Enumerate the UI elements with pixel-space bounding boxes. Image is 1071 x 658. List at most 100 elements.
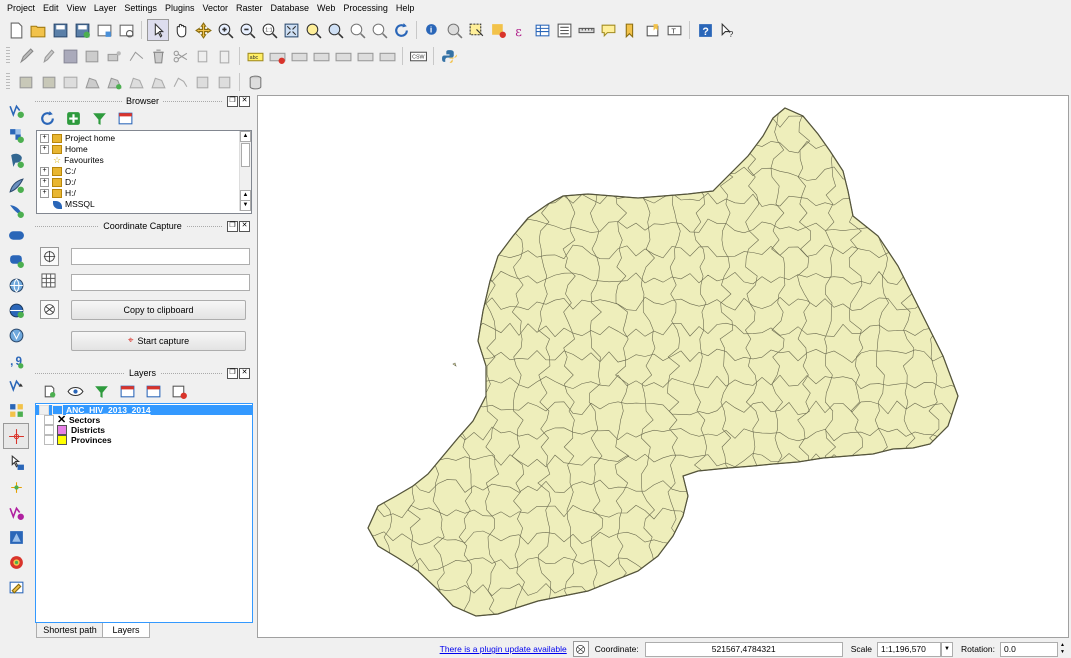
expand-all-icon[interactable] (117, 381, 137, 401)
browser-item-project-home[interactable]: + Project home (37, 133, 251, 144)
fill-ring-icon[interactable] (126, 72, 146, 92)
add-sql-anywhere-icon[interactable] (4, 248, 28, 272)
edit-pencil-icon[interactable] (38, 46, 58, 66)
menu-edit[interactable]: Edit (39, 0, 63, 17)
show-bookmarks-icon[interactable] (642, 20, 662, 40)
add-gpx-icon[interactable] (4, 500, 28, 524)
menu-layer[interactable]: Layer (90, 0, 121, 17)
menu-database[interactable]: Database (267, 0, 314, 17)
menu-web[interactable]: Web (313, 0, 339, 17)
add-virtual-layer-icon[interactable] (4, 398, 28, 422)
statistical-summary-icon[interactable] (554, 20, 574, 40)
delete-selected-icon[interactable] (148, 46, 168, 66)
toggle-editing-icon[interactable] (16, 46, 36, 66)
coordinate-field-1[interactable] (71, 248, 250, 265)
browser-item-favourites[interactable]: ☆ Favourites (37, 155, 251, 166)
add-part-icon[interactable] (104, 72, 124, 92)
layer-group-row[interactable]: ANC_HIV_2013_2014 (36, 405, 252, 415)
move-feature-icon[interactable] (104, 46, 124, 66)
menu-settings[interactable]: Settings (120, 0, 161, 17)
float-panel-icon[interactable]: ❐ (227, 368, 238, 379)
menu-processing[interactable]: Processing (339, 0, 392, 17)
layer-row-provinces[interactable]: Provinces (36, 435, 252, 445)
composer-manager-icon[interactable] (116, 20, 136, 40)
add-vector-layer-icon[interactable] (4, 98, 28, 122)
menu-vector[interactable]: Vector (198, 0, 232, 17)
zoom-layer-icon[interactable] (325, 20, 345, 40)
heatmap-icon[interactable] (4, 550, 28, 574)
layer-checkbox-sectors[interactable] (44, 415, 54, 425)
scale-combo[interactable]: 1:1,196,570 (876, 641, 941, 657)
scale-dropdown-icon[interactable]: ▼ (940, 641, 953, 657)
add-mssql-layer-icon[interactable] (4, 198, 28, 222)
delete-ring-icon[interactable] (148, 72, 168, 92)
new-print-composer-icon[interactable] (94, 20, 114, 40)
browser-item-c-drive[interactable]: + C:/ (37, 166, 251, 177)
add-ring-icon[interactable] (82, 72, 102, 92)
float-panel-icon[interactable]: ❐ (227, 221, 238, 232)
menu-plugins[interactable]: Plugins (161, 0, 199, 17)
close-panel-icon[interactable]: ✕ (239, 221, 250, 232)
node-tool-icon[interactable] (126, 46, 146, 66)
collapse-all-layers-icon[interactable] (143, 381, 163, 401)
layer-checkbox-provinces[interactable] (44, 435, 54, 445)
undo-icon[interactable] (16, 72, 36, 92)
label-highlight-icon[interactable] (267, 46, 287, 66)
csw-icon[interactable]: CSW (408, 46, 428, 66)
add-wcs-layer-icon[interactable] (4, 298, 28, 322)
float-panel-icon[interactable]: ❐ (227, 96, 238, 107)
projection-icon[interactable] (40, 300, 59, 319)
paste-features-icon[interactable] (214, 46, 234, 66)
edit-tool-icon[interactable] (4, 575, 28, 599)
rotation-spinbox[interactable]: 0.0 (1000, 641, 1058, 657)
add-wms-layer-icon[interactable] (4, 273, 28, 297)
select-features-icon[interactable] (466, 20, 486, 40)
help-icon[interactable]: ? (695, 20, 715, 40)
layer-row-districts[interactable]: Districts (36, 425, 252, 435)
filter-legend-icon[interactable] (91, 381, 111, 401)
simplify-icon[interactable] (60, 72, 80, 92)
save-as-icon[interactable] (72, 20, 92, 40)
copy-features-icon[interactable] (192, 46, 212, 66)
map-canvas[interactable] (257, 95, 1069, 638)
attribute-table-icon[interactable] (532, 20, 552, 40)
coordinate-value-field[interactable]: 521567,4784321 (644, 641, 843, 657)
close-panel-icon[interactable]: ✕ (239, 368, 250, 379)
pan-select-icon[interactable] (147, 19, 169, 41)
coordinate-field-2[interactable] (71, 274, 250, 291)
open-project-icon[interactable] (28, 20, 48, 40)
zoom-next-icon[interactable] (369, 20, 389, 40)
plugin-update-link[interactable]: There is a plugin update available (440, 644, 567, 654)
new-shapefile-icon[interactable] (4, 373, 28, 397)
reshape-icon[interactable] (170, 72, 190, 92)
change-label-icon[interactable] (377, 46, 397, 66)
zoom-out-icon[interactable] (237, 20, 257, 40)
browser-item-h-drive[interactable]: + H:/ (37, 188, 251, 199)
add-postgis-layer-icon[interactable] (4, 148, 28, 172)
pan-to-selection-icon[interactable] (193, 20, 213, 40)
rotation-stepper-icon[interactable]: ▲ ▼ (1058, 642, 1067, 657)
split-features-icon[interactable] (214, 72, 234, 92)
layer-row-sectors[interactable]: ✕ Sectors (36, 415, 252, 426)
python-console-icon[interactable] (439, 46, 459, 66)
georeferencer-icon[interactable] (4, 525, 28, 549)
start-capture-button[interactable]: ⌖ Start capture (71, 331, 246, 351)
filter-icon[interactable] (89, 108, 109, 128)
expand-icon[interactable]: + (40, 178, 49, 187)
gps-tool-icon[interactable] (4, 475, 28, 499)
zoom-last-icon[interactable] (347, 20, 367, 40)
scroll-thumb[interactable] (241, 143, 250, 167)
zoom-in-icon[interactable] (215, 20, 235, 40)
refresh-icon[interactable] (391, 20, 411, 40)
measure-icon[interactable] (576, 20, 596, 40)
scroll-down-icon[interactable]: ▼ (240, 200, 251, 211)
zoom-actual-icon[interactable]: 1:1 (259, 20, 279, 40)
save-edits-icon[interactable] (60, 46, 80, 66)
expand-icon[interactable]: + (40, 167, 49, 176)
add-delimited-text-icon[interactable]: ,9 (4, 348, 28, 372)
collapse-icon[interactable] (39, 405, 49, 415)
pan-hand-icon[interactable] (171, 20, 191, 40)
add-raster-layer-icon[interactable] (4, 123, 28, 147)
layer-checkbox-districts[interactable] (44, 425, 54, 435)
label-toolbar-icon[interactable]: abc (245, 46, 265, 66)
